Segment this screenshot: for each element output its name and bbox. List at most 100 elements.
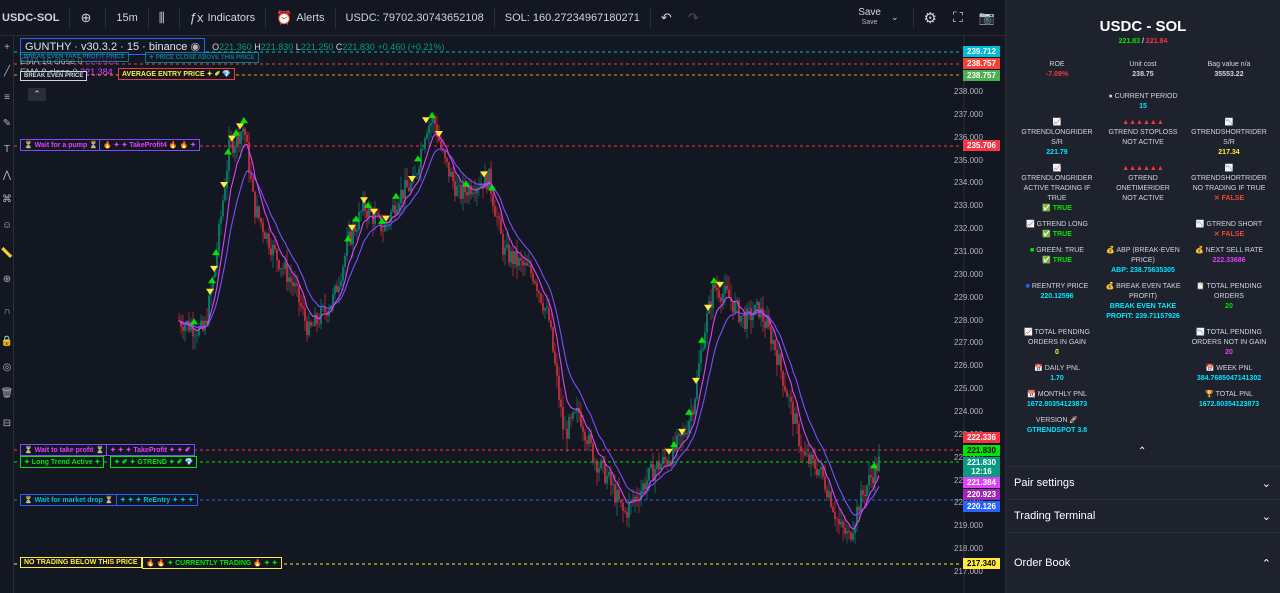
delete-icon[interactable]: 🗑 [0,388,14,399]
order-book-section[interactable]: Order Book ⌃ [1006,532,1280,593]
ema-8-line[interactable] [178,133,880,530]
price-tick: 229.000 [954,292,983,302]
magnet-icon[interactable]: ∩ [0,306,14,317]
undo-button[interactable]: ↶ [655,0,682,35]
candle-body [612,484,614,485]
candle-body [240,132,242,145]
visibility-icon[interactable]: ◎ [0,362,14,373]
collapse-panel-button[interactable]: ⌃ [1138,446,1146,457]
long-trend-label: ✦ Long Trend Active ✦ [20,456,105,468]
price-tick: 238.000 [954,87,983,96]
gtrend-short-label: GTREND SHORT [1206,221,1263,228]
pattern-icon[interactable]: ⋀ [0,170,14,181]
chevron-up-icon: ⌃ [33,89,41,99]
candle-body [660,464,662,470]
screenshot-button[interactable]: 📷 [973,0,1005,35]
candle-body [596,461,598,473]
next-sell-cell: 💰 NEXT SELL RATE 222.33686 [1188,246,1270,276]
save-label: Save [858,6,881,18]
candle-body [274,244,276,250]
candle-body [604,461,606,484]
price-chart[interactable] [14,36,1005,593]
legend-collapse-button[interactable]: ⌃ [28,88,46,101]
zoom-icon[interactable]: ⊕ [0,274,14,285]
no-trading-text: NO TRADING BELOW THIS PRICE [24,559,138,566]
bot-info-panel: USDC - SOL 221.83 / 221.84 ROE -7.09% Uni… [1005,0,1280,593]
candle-body [400,189,402,204]
lock-icon[interactable]: 🔒 [0,336,14,347]
candle-body [734,301,736,313]
candle-body [840,521,842,525]
emoji-icon[interactable]: ☺ [0,220,14,231]
candle-body [520,258,522,261]
gtrend-row-2: 📈 GTRENDLONGRIDER ACTIVE TRADING IF TRUE ✅… [1006,164,1280,214]
candle-body [296,283,298,286]
pair-title: USDC - SOL [1099,18,1187,35]
take-profit-label: ✦ ✦ ✦ TakeProfit ✦ ✦ ✐ [106,444,195,456]
crosshair-icon[interactable]: + [0,42,14,53]
fullscreen-button[interactable]: ⛶ [947,0,973,35]
brush-icon[interactable]: ✎ [0,118,14,129]
ruler-icon[interactable]: 📏 [0,248,14,259]
candle-body [666,459,668,465]
candle-body [566,429,568,439]
trendline-icon[interactable]: ╱ [0,66,14,77]
candle-body [582,426,584,432]
candle-body [804,451,806,456]
stoploss-cell: ▲▲▲▲▲▲ GTREND STOPLOSS NOT ACTIVE [1102,118,1184,158]
candle-body [568,417,570,439]
divider [334,7,336,28]
candle-body [394,205,396,215]
candle-body [524,262,526,266]
glr-active-value: ✅ TRUE [1042,205,1072,212]
interval-button[interactable]: 15m [110,0,143,35]
candle-body [726,285,728,290]
shapes-icon[interactable]: ⌘ [0,194,14,205]
stoploss-value: NOT ACTIVE [1122,139,1164,146]
chart-canvas[interactable] [14,36,1005,593]
betp-cell: 💰 BREAK EVEN TAKE PROFIT) BREAK EVEN TAKE… [1102,282,1184,322]
redo-button[interactable]: ↷ [682,0,709,35]
sell-signal-marker [360,197,368,204]
chevron-down-icon[interactable]: ⌄ [891,12,899,23]
candle-body [574,411,576,413]
gsr-sr-value: 217.34 [1218,149,1240,156]
text-icon[interactable]: T [0,144,14,155]
candle-body [756,301,758,305]
chart-type-button[interactable]: ⫼ [153,0,175,35]
symbol-search-button[interactable]: USDC-SOL [0,0,65,35]
pair-settings-section[interactable]: Pair settings ⌄ [1006,466,1280,499]
sell-signal-marker [665,448,673,455]
indicators-button[interactable]: ƒx Indicators [184,0,261,35]
candle-body [648,467,650,481]
candle-body [410,183,412,192]
candle-body [812,454,814,460]
settings-button[interactable]: ⚙ [918,0,947,35]
candle-body [820,466,822,470]
unit-cost-value: 238.75 [1132,71,1154,78]
trading-terminal-section[interactable]: Trading Terminal ⌄ [1006,499,1280,532]
price-tick: 226.000 [954,361,983,371]
bid-price: 221.83 [1118,38,1141,45]
pending-label: TOTAL PENDING ORDERS [1206,283,1263,300]
candle-body [224,188,226,201]
fib-icon[interactable]: ≡ [0,92,14,103]
candle-body [692,410,694,415]
candle-body [544,308,546,311]
trash-icon[interactable]: ⊟ [0,418,14,429]
save-button[interactable]: Save Save ⌄ [852,0,908,35]
alerts-button[interactable]: ⏰ Alerts [270,0,330,35]
candle-body [310,321,312,326]
price-tag: 235.706 [963,140,1000,151]
green-square-icon: ■ [1030,247,1035,254]
candle-body [242,128,244,133]
candle-body [652,463,654,481]
candle-body [600,460,602,469]
compare-symbol-button[interactable]: ⊕ [74,0,101,35]
buy-signal-marker [240,117,248,124]
candle-body [586,440,588,445]
candle-body [830,491,832,507]
candle-body [252,178,254,192]
ema-16-line[interactable] [178,148,880,516]
current-period-cell: ● CURRENT PERIOD 15 [1006,92,1280,112]
